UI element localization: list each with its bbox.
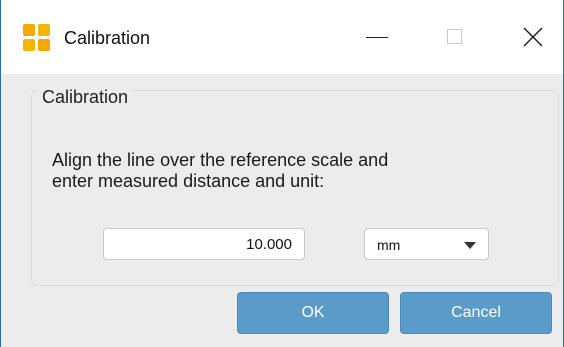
distance-input[interactable] [103, 228, 305, 260]
close-icon [523, 27, 543, 47]
dialog-client-area: Calibration Align the line over the refe… [1, 74, 563, 347]
cancel-button[interactable]: Cancel [400, 292, 552, 334]
window-title: Calibration [64, 28, 151, 48]
maximize-button[interactable] [431, 14, 475, 60]
title-bar[interactable]: Calibration [1, 0, 563, 74]
unit-select[interactable]: mm [364, 228, 489, 260]
instruction-line-1: Align the line over the reference scale … [52, 150, 389, 170]
instruction-line-2: enter measured distance and unit: [52, 171, 325, 191]
group-title: Calibration [40, 87, 131, 108]
close-button[interactable] [511, 14, 555, 60]
instruction-text: Align the line over the reference scale … [52, 150, 532, 192]
unit-selected-value: mm [377, 237, 401, 253]
minimize-button[interactable] [356, 14, 400, 60]
app-icon [23, 24, 51, 52]
chevron-down-icon [464, 242, 476, 249]
ok-button[interactable]: OK [237, 292, 389, 334]
calibration-window: Calibration Calibration Align the line o… [0, 0, 564, 347]
